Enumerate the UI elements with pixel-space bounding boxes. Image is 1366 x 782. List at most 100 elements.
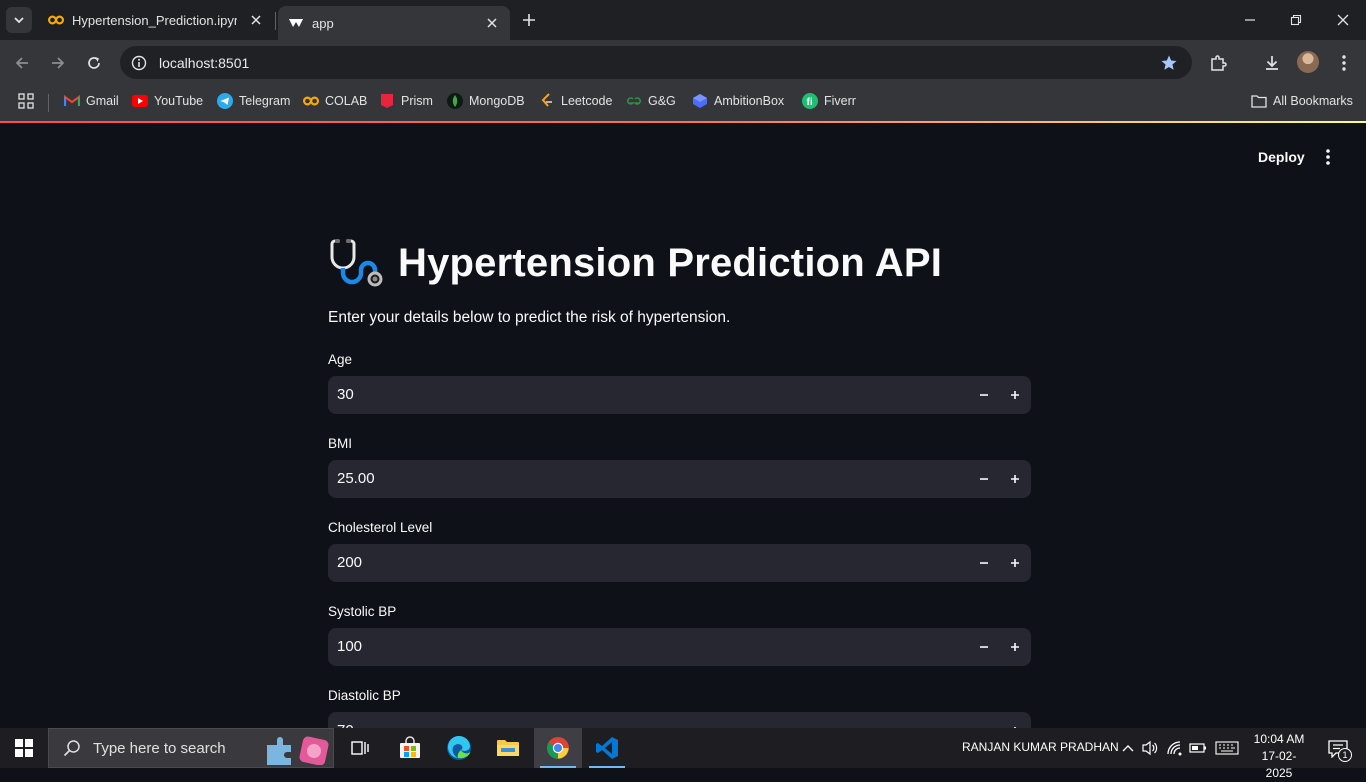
close-icon [1337, 14, 1349, 26]
bookmark-label: Prism [401, 94, 433, 108]
address-bar[interactable]: localhost:8501 [120, 46, 1192, 79]
task-view-button[interactable] [336, 728, 384, 768]
bookmark-ambitionbox[interactable]: AmbitionBox [692, 93, 784, 109]
extensions-button[interactable] [1207, 52, 1229, 74]
close-tab-icon[interactable] [484, 15, 500, 31]
reload-icon [88, 57, 100, 69]
new-tab-button[interactable] [520, 11, 538, 29]
bookmark-leetcode[interactable]: Leetcode [539, 93, 612, 109]
bookmark-star-icon[interactable] [1160, 54, 1178, 77]
taskbar-search-box[interactable]: Type here to search [48, 728, 334, 768]
age-number-input[interactable]: 30 [328, 376, 1031, 414]
bmi-decrement-button[interactable] [971, 467, 997, 491]
downloads-button[interactable] [1261, 52, 1283, 74]
bookmark-gfg[interactable]: G&G [626, 93, 676, 109]
minus-icon [980, 562, 988, 564]
gfg-icon [626, 93, 642, 109]
chrome-icon [547, 737, 569, 759]
minimize-window-button[interactable] [1238, 8, 1262, 32]
notifications-button[interactable]: 1 [1323, 738, 1353, 762]
restore-icon [1290, 14, 1302, 26]
tab-colab-notebook[interactable]: Hypertension_Prediction.ipynb [38, 0, 274, 40]
age-value[interactable]: 30 [337, 386, 354, 403]
user-name[interactable]: RANJAN KUMAR PRADHAN [962, 740, 1119, 754]
taskbar-search-placeholder: Type here to search [93, 739, 226, 757]
start-button[interactable] [0, 728, 48, 768]
edge-browser-button[interactable] [435, 728, 483, 768]
app-main-menu-button[interactable] [1318, 147, 1338, 167]
bookmark-youtube[interactable]: YouTube [132, 93, 203, 109]
chrome-taskbar-button[interactable] [534, 728, 582, 768]
search-highlight-icon [267, 736, 329, 765]
arrow-left-icon [15, 57, 28, 69]
bookmark-colab[interactable]: COLAB [303, 93, 367, 109]
cholesterol-increment-button[interactable] [1002, 551, 1028, 575]
systolic-bp-decrement-button[interactable] [971, 635, 997, 659]
forward-button[interactable] [47, 52, 69, 74]
systolic-bp-increment-button[interactable] [1002, 635, 1028, 659]
download-icon [1266, 56, 1278, 70]
chevron-up-icon [1122, 745, 1134, 752]
cholesterol-decrement-button[interactable] [971, 551, 997, 575]
bookmark-fiverr[interactable]: fi Fiverr [802, 93, 856, 109]
bmi-value[interactable]: 25.00 [337, 470, 375, 487]
file-explorer-button[interactable] [484, 728, 532, 768]
plus-icon [1011, 643, 1019, 651]
folder-icon [1251, 93, 1267, 109]
microsoft-store-button[interactable] [386, 728, 434, 768]
bookmark-gmail[interactable]: Gmail [64, 93, 119, 109]
clock-date: 17-02-2025 [1261, 749, 1297, 780]
bookmark-telegram[interactable]: Telegram [217, 93, 290, 109]
bmi-label: BMI [328, 436, 353, 451]
close-window-button[interactable] [1331, 8, 1355, 32]
vscode-taskbar-button[interactable] [583, 728, 631, 768]
tab-title: app [312, 15, 334, 31]
keyboard-button[interactable] [1214, 739, 1240, 757]
restore-window-button[interactable] [1284, 8, 1308, 32]
cholesterol-label: Cholesterol Level [328, 520, 433, 535]
url-text: localhost:8501 [159, 54, 250, 71]
fiverr-icon: fi [802, 93, 818, 109]
arrow-right-icon [52, 57, 65, 69]
tab-app[interactable]: app [278, 6, 510, 40]
age-decrement-button[interactable] [971, 383, 997, 407]
tab-search-button[interactable] [6, 7, 32, 33]
bookmark-mongodb[interactable]: MongoDB [447, 93, 525, 109]
clock-time: 10:04 AM [1253, 732, 1305, 746]
systolic-bp-number-input[interactable]: 100 [328, 628, 1031, 666]
bmi-increment-button[interactable] [1002, 467, 1028, 491]
all-bookmarks-button[interactable]: All Bookmarks [1251, 93, 1353, 109]
back-button[interactable] [11, 52, 33, 74]
cholesterol-number-input[interactable]: 200 [328, 544, 1031, 582]
tab-title: Hypertension_Prediction.ipynb [72, 12, 237, 28]
browser-menu-button[interactable] [1333, 52, 1355, 74]
diastolic-bp-increment-button[interactable] [1002, 719, 1028, 728]
bmi-number-input[interactable]: 25.00 [328, 460, 1031, 498]
taskbar-clock[interactable]: 10:04 AM 17-02-2025 [1249, 731, 1309, 782]
kebab-menu-icon [1326, 149, 1330, 165]
minus-icon [980, 646, 988, 648]
diastolic-bp-decrement-button[interactable] [971, 719, 997, 728]
bookmark-label: MongoDB [469, 94, 525, 108]
age-increment-button[interactable] [1002, 383, 1028, 407]
battery-button[interactable] [1189, 739, 1207, 757]
profile-avatar[interactable] [1297, 51, 1319, 73]
site-info-icon[interactable] [122, 46, 156, 79]
microsoft-store-icon [400, 736, 420, 758]
deploy-button[interactable]: Deploy [1248, 145, 1315, 169]
apps-grid-icon[interactable] [18, 93, 34, 109]
reload-button[interactable] [83, 52, 105, 74]
battery-icon [1189, 743, 1206, 753]
bookmark-label: G&G [648, 94, 676, 108]
show-hidden-icons-button[interactable] [1119, 739, 1137, 757]
volume-button[interactable] [1141, 739, 1159, 757]
diastolic-bp-number-input[interactable]: 70 [328, 712, 1031, 728]
bookmarks-bar: Gmail YouTube Telegram COLAB Prism Mongo… [0, 85, 1366, 121]
systolic-bp-value[interactable]: 100 [337, 638, 362, 655]
plus-icon [1011, 391, 1019, 399]
network-button[interactable] [1166, 739, 1184, 757]
close-tab-icon[interactable] [248, 12, 264, 28]
cholesterol-value[interactable]: 200 [337, 554, 362, 571]
bookmark-prism[interactable]: Prism [379, 93, 433, 109]
speaker-icon [1142, 740, 1158, 756]
